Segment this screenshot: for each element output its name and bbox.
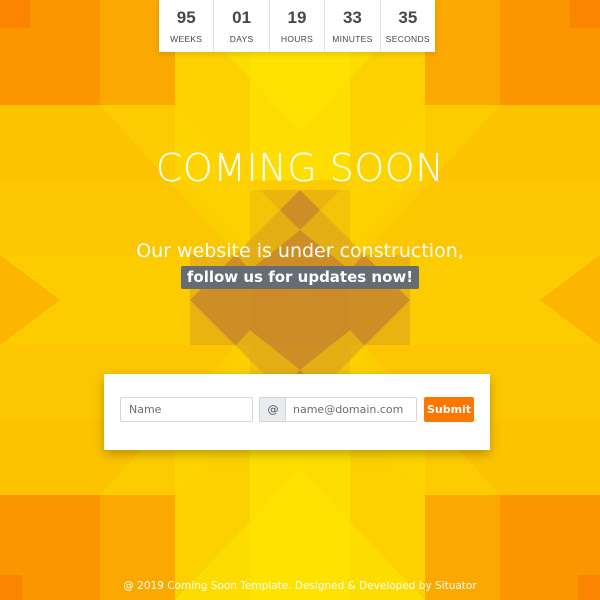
highlight-wrapper: follow us for updates now! bbox=[0, 266, 600, 289]
countdown-weeks: 95 WEEKS bbox=[159, 0, 215, 52]
email-input[interactable] bbox=[285, 397, 417, 422]
countdown-label: DAYS bbox=[229, 34, 254, 44]
footer-copyright: @ 2019 Coming Soon Template. Designed & … bbox=[123, 580, 477, 592]
countdown-label: MINUTES bbox=[332, 34, 373, 44]
countdown-value: 33 bbox=[342, 8, 362, 27]
countdown-timer: 95 WEEKS 01 DAYS 19 HOURS 33 MINUTES 35 … bbox=[159, 0, 435, 52]
countdown-hours: 19 HOURS bbox=[270, 0, 326, 52]
page-title: COMING SOON bbox=[155, 146, 445, 190]
countdown-seconds: 35 SECONDS bbox=[381, 0, 435, 52]
background-pattern bbox=[0, 0, 600, 600]
highlight-text: follow us for updates now! bbox=[180, 266, 420, 289]
name-input[interactable] bbox=[120, 397, 253, 422]
countdown-label: SECONDS bbox=[385, 34, 430, 44]
countdown-minutes: 33 MINUTES bbox=[325, 0, 381, 52]
countdown-days: 01 DAYS bbox=[214, 0, 270, 52]
countdown-label: HOURS bbox=[280, 34, 314, 44]
countdown-value: 35 bbox=[398, 8, 418, 27]
countdown-value: 95 bbox=[176, 8, 196, 27]
submit-button[interactable]: Submit bbox=[424, 397, 474, 422]
subtitle: Our website is under construction, bbox=[136, 240, 464, 262]
countdown-value: 01 bbox=[232, 8, 252, 27]
countdown-value: 19 bbox=[287, 8, 307, 27]
subscribe-form: @ Submit bbox=[104, 374, 490, 450]
at-symbol-addon: @ bbox=[259, 397, 286, 422]
countdown-label: WEEKS bbox=[170, 34, 203, 44]
